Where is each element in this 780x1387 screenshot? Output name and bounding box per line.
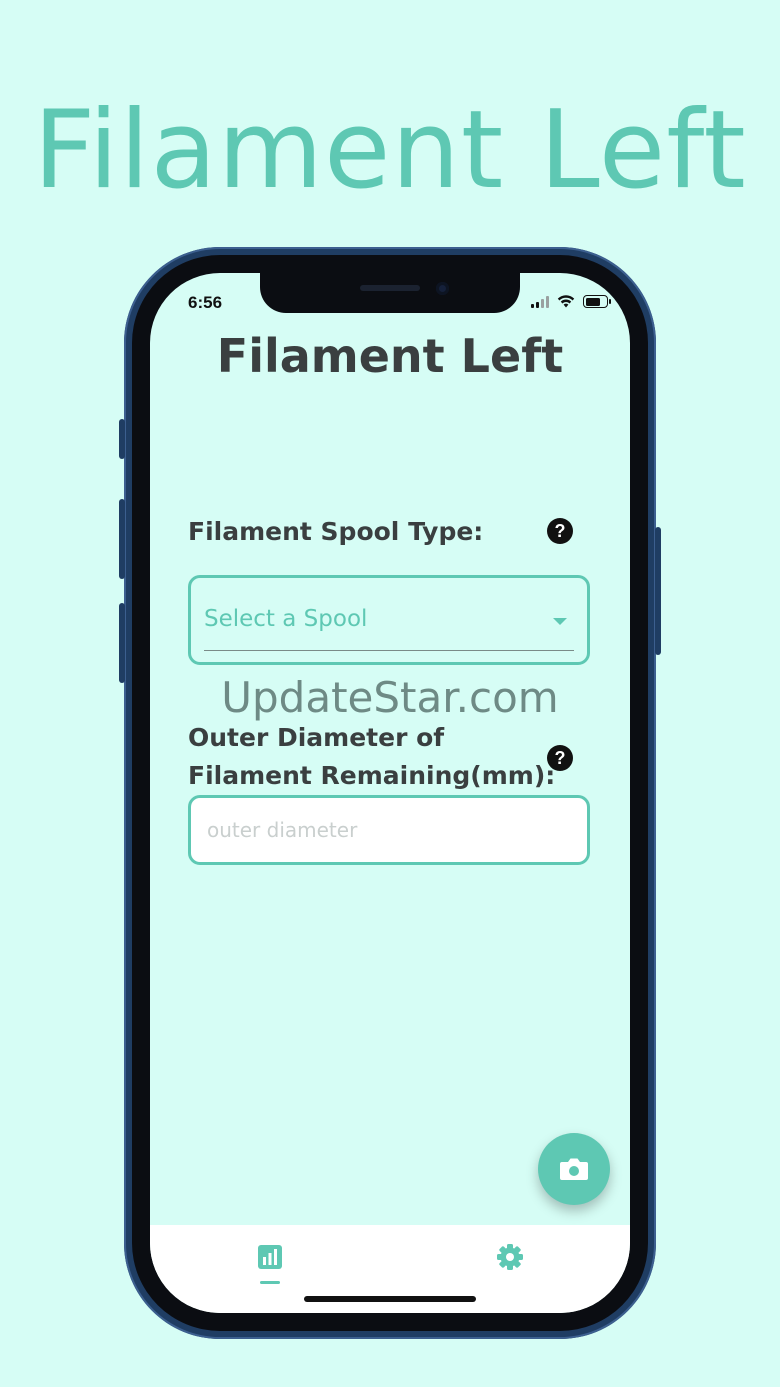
outer-diameter-field-container — [188, 795, 590, 865]
front-camera — [436, 282, 449, 295]
cellular-signal-icon — [531, 295, 549, 308]
spool-type-label: Filament Spool Type: — [188, 517, 484, 546]
phone-screen: 6:56 Filament Left Filament Spool Type: … — [150, 273, 630, 1313]
spool-select-placeholder: Select a Spool — [204, 606, 368, 632]
phone-frame: 6:56 Filament Left Filament Spool Type: … — [119, 247, 661, 1339]
select-underline — [204, 650, 574, 651]
mute-switch — [119, 419, 125, 459]
camera-icon — [560, 1158, 588, 1180]
battery-icon — [583, 295, 611, 308]
bar-chart-icon — [258, 1245, 282, 1269]
question-circle-icon[interactable]: ? — [547, 518, 573, 544]
spool-select[interactable]: Select a Spool — [188, 575, 590, 665]
tab-settings[interactable] — [490, 1237, 550, 1287]
watermark: UpdateStar.com — [221, 673, 559, 722]
outer-diameter-input[interactable] — [191, 798, 587, 862]
volume-up-button — [119, 499, 125, 579]
app-title: Filament Left — [216, 329, 564, 383]
home-indicator — [304, 1296, 476, 1302]
battery-fill — [585, 297, 600, 306]
power-button — [655, 527, 661, 655]
gear-icon — [497, 1244, 523, 1270]
tab-stats[interactable] — [250, 1237, 310, 1287]
wifi-icon — [557, 295, 575, 308]
active-tab-indicator — [260, 1281, 280, 1284]
question-circle-icon[interactable]: ? — [547, 745, 573, 771]
notch — [260, 273, 520, 313]
status-time: 6:56 — [188, 293, 223, 312]
speaker-grille — [360, 285, 420, 291]
hero-title: Filament Left — [33, 88, 747, 213]
status-icons — [531, 295, 611, 308]
outer-diameter-label-line2: Filament Remaining(mm): — [188, 761, 556, 790]
camera-button[interactable] — [538, 1133, 610, 1205]
volume-down-button — [119, 603, 125, 683]
caret-down-icon — [553, 618, 567, 625]
outer-diameter-label-line1: Outer Diameter of — [188, 723, 445, 752]
